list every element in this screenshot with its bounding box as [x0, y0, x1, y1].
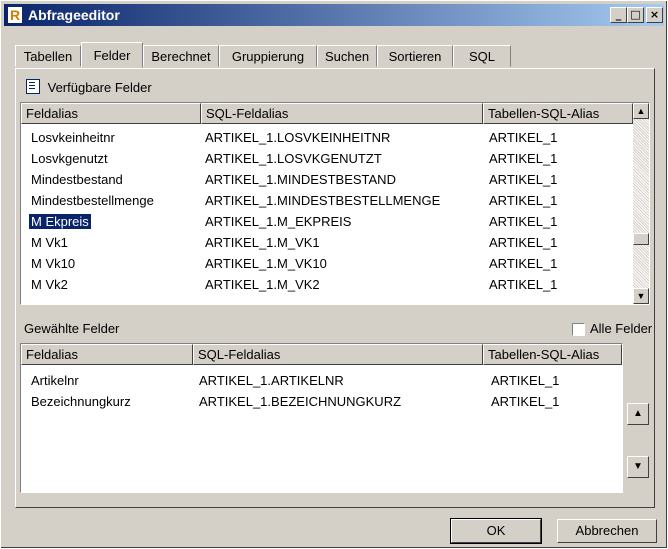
cell-feldalias: M Vk1 — [31, 235, 68, 250]
chosen-fields-grid[interactable]: Feldalias SQL-Feldalias Tabellen-SQL-Ali… — [20, 343, 623, 493]
maximize-button[interactable]: □ — [627, 7, 644, 23]
col-header-sql-feldalias[interactable]: SQL-Feldalias — [201, 103, 483, 124]
tab-berechnet[interactable]: Berechnet — [143, 45, 219, 67]
cell-feldalias: M Ekpreis — [28, 213, 92, 230]
cancel-button[interactable]: Abbrechen — [557, 519, 657, 543]
cell-sql-feldalias: ARTIKEL_1.M_EKPREIS — [205, 214, 352, 229]
title-bar[interactable]: R Abfrageeditor _ □ × — [4, 4, 664, 26]
cell-feldalias: Losvkeinheitnr — [31, 130, 115, 145]
available-vertical-scrollbar[interactable]: ▲ ▼ — [633, 103, 649, 304]
cell-sql-feldalias: ARTIKEL_1.MINDESTBESTELLMENGE — [205, 193, 441, 208]
table-row[interactable]: Mindestbestellmenge ARTIKEL_1.MINDESTBES… — [21, 190, 649, 211]
chosen-fields-label: Gewählte Felder — [24, 321, 120, 336]
table-row[interactable]: Artikelnr ARTIKEL_1.ARTIKELNR ARTIKEL_1 — [21, 370, 622, 391]
cell-feldalias: M Vk2 — [31, 277, 68, 292]
cell-feldalias: Mindestbestellmenge — [31, 193, 154, 208]
col-header-feldalias[interactable]: Feldalias — [21, 103, 201, 124]
table-row[interactable]: M Vk2 ARTIKEL_1.M_VK2 ARTIKEL_1 — [21, 274, 649, 295]
cell-table-alias: ARTIKEL_1 — [489, 277, 558, 292]
fields-list-icon — [26, 79, 40, 94]
table-row[interactable]: M Vk1 ARTIKEL_1.M_VK1 ARTIKEL_1 — [21, 232, 649, 253]
move-down-button[interactable]: ▼ — [627, 456, 649, 478]
cell-feldalias: Losvkgenutzt — [31, 151, 108, 166]
col-header-tabellen-sql-alias[interactable]: Tabellen-SQL-Alias — [483, 103, 633, 124]
cell-table-alias: ARTIKEL_1 — [489, 130, 558, 145]
abfrageeditor-window: R Abfrageeditor _ □ × Tabellen Felder Be… — [0, 0, 668, 549]
cell-sql-feldalias: ARTIKEL_1.LOSVKGENUTZT — [205, 151, 382, 166]
cell-feldalias: M Vk10 — [31, 256, 76, 271]
col-header-tabellen-sql-alias[interactable]: Tabellen-SQL-Alias — [483, 344, 622, 365]
cell-table-alias: ARTIKEL_1 — [491, 373, 560, 388]
cell-sql-feldalias: ARTIKEL_1.BEZEICHNUNGKURZ — [199, 394, 402, 409]
cell-table-alias: ARTIKEL_1 — [489, 235, 558, 250]
tab-suchen[interactable]: Suchen — [317, 45, 377, 67]
table-row[interactable]: Mindestbestand ARTIKEL_1.MINDESTBESTAND … — [21, 169, 649, 190]
tab-tabellen[interactable]: Tabellen — [15, 45, 81, 67]
minimize-button[interactable]: _ — [610, 7, 627, 23]
cell-feldalias: Artikelnr — [31, 373, 79, 388]
table-row[interactable]: Losvkgenutzt ARTIKEL_1.LOSVKGENUTZT ARTI… — [21, 148, 649, 169]
table-row-selected[interactable]: M Ekpreis ARTIKEL_1.M_EKPREIS ARTIKEL_1 — [21, 211, 649, 232]
cell-table-alias: ARTIKEL_1 — [489, 151, 558, 166]
table-row[interactable]: Bezeichnungkurz ARTIKEL_1.BEZEICHNUNGKUR… — [21, 391, 622, 412]
scrollbar-thumb[interactable] — [633, 233, 649, 245]
cell-sql-feldalias: ARTIKEL_1.LOSVKEINHEITNR — [205, 130, 391, 145]
cell-table-alias: ARTIKEL_1 — [491, 394, 560, 409]
all-fields-checkbox[interactable] — [572, 323, 585, 336]
cell-sql-feldalias: ARTIKEL_1.M_VK1 — [205, 235, 320, 250]
window-title: Abfrageeditor — [28, 7, 120, 23]
table-row[interactable]: M Vk10 ARTIKEL_1.M_VK10 ARTIKEL_1 — [21, 253, 649, 274]
table-row[interactable]: Losvkeinheitnr ARTIKEL_1.LOSVKEINHEITNR … — [21, 127, 649, 148]
available-fields-label: Verfügbare Felder — [47, 80, 152, 95]
cell-table-alias: ARTIKEL_1 — [489, 214, 558, 229]
cell-table-alias: ARTIKEL_1 — [489, 193, 558, 208]
cell-table-alias: ARTIKEL_1 — [489, 256, 558, 271]
felder-panel: Verfügbare Felder Feldalias SQL-Feldalia… — [15, 68, 655, 508]
scroll-up-arrow-icon[interactable]: ▲ — [633, 103, 649, 119]
col-header-feldalias[interactable]: Feldalias — [21, 344, 193, 365]
cell-feldalias: Bezeichnungkurz — [31, 394, 131, 409]
cell-feldalias: Mindestbestand — [31, 172, 123, 187]
available-fields-header: Verfügbare Felder — [26, 77, 152, 99]
tab-sortieren[interactable]: Sortieren — [377, 45, 453, 67]
close-button[interactable]: × — [646, 7, 663, 23]
app-icon: R — [8, 7, 22, 23]
tab-sql[interactable]: SQL — [453, 45, 511, 67]
all-fields-label[interactable]: Alle Felder — [590, 318, 652, 340]
cell-sql-feldalias: ARTIKEL_1.M_VK10 — [205, 256, 327, 271]
col-header-sql-feldalias[interactable]: SQL-Feldalias — [193, 344, 483, 365]
cell-table-alias: ARTIKEL_1 — [489, 172, 558, 187]
cell-sql-feldalias: ARTIKEL_1.ARTIKELNR — [199, 373, 344, 388]
scroll-down-arrow-icon[interactable]: ▼ — [633, 288, 649, 304]
cell-sql-feldalias: ARTIKEL_1.MINDESTBESTAND — [205, 172, 396, 187]
available-fields-grid[interactable]: Feldalias SQL-Feldalias Tabellen-SQL-Ali… — [20, 102, 650, 305]
tab-gruppierung[interactable]: Gruppierung — [219, 45, 317, 67]
move-up-button[interactable]: ▲ — [627, 403, 649, 425]
cell-sql-feldalias: ARTIKEL_1.M_VK2 — [205, 277, 320, 292]
ok-button[interactable]: OK — [450, 518, 542, 544]
tab-felder[interactable]: Felder — [81, 42, 143, 68]
